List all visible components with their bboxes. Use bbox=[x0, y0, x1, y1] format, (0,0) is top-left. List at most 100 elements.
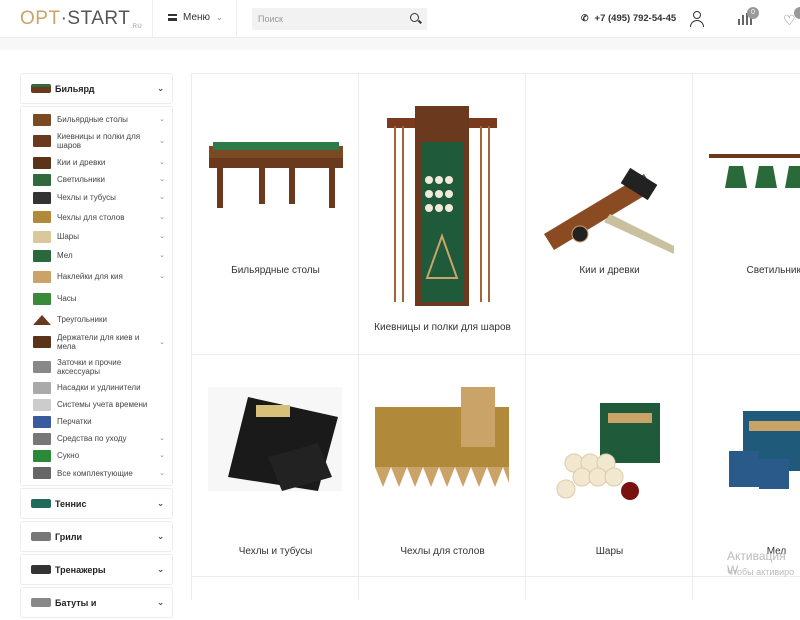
cue-rack-image bbox=[387, 106, 497, 311]
logo-part1: OPT bbox=[20, 8, 61, 29]
product-category-card[interactable]: Киевницы и полки для шаров bbox=[358, 73, 525, 354]
sharpener-icon bbox=[33, 360, 51, 373]
sidebar-subitem-label: Светильники bbox=[57, 175, 105, 184]
sidebar-subitem[interactable]: Мел ⌄ bbox=[21, 246, 172, 265]
hamburger-icon bbox=[168, 14, 177, 21]
divider bbox=[236, 0, 237, 38]
product-category-label[interactable]: Бильярдные столы bbox=[192, 265, 359, 276]
sidebar-subitem[interactable]: Кии и древки ⌄ bbox=[21, 154, 172, 171]
sidebar-subitem[interactable]: Наклейки для кия ⌄ bbox=[21, 265, 172, 288]
sidebar-subitem[interactable]: Часы bbox=[21, 288, 172, 309]
tennis-table-icon bbox=[31, 499, 51, 508]
care-icon bbox=[33, 432, 51, 445]
sidebar-subitem-label: Кии и древки bbox=[57, 158, 106, 167]
sidebar-subitem[interactable]: Все комплектующие ⌄ bbox=[21, 464, 172, 482]
category-item[interactable]: Грили ⌄ bbox=[20, 521, 173, 552]
product-category-label[interactable]: Киевницы и полки для шаров bbox=[359, 322, 526, 333]
grid-row-divider bbox=[191, 576, 800, 577]
header-band bbox=[0, 38, 800, 50]
chevron-down-icon: ⌄ bbox=[159, 233, 165, 240]
sidebar-subitem[interactable]: Системы учета времени bbox=[21, 396, 172, 413]
logo[interactable]: OPT·START.RU bbox=[20, 8, 142, 30]
product-category-card[interactable]: Светильники bbox=[692, 73, 800, 354]
cue-rack-icon bbox=[33, 135, 51, 147]
phone[interactable]: ✆ +7 (495) 792-54-45 bbox=[581, 13, 676, 24]
product-category-label[interactable]: Светильники bbox=[693, 265, 800, 276]
category-item[interactable]: Тренажеры ⌄ bbox=[20, 554, 173, 585]
lamp-icon bbox=[33, 173, 51, 186]
product-category-label[interactable]: Чехлы и тубусы bbox=[192, 546, 359, 557]
balls-image bbox=[544, 403, 664, 508]
search-input[interactable] bbox=[252, 8, 427, 30]
table-cover-image bbox=[375, 387, 509, 498]
holder-icon bbox=[33, 336, 51, 348]
product-category-card[interactable]: Бильярдные столы bbox=[191, 73, 358, 354]
chevron-down-icon: ⌄ bbox=[159, 194, 165, 201]
menu-label: Меню bbox=[183, 12, 211, 23]
sidebar-subitem[interactable]: Насадки и удлинители bbox=[21, 379, 172, 396]
category-item[interactable]: Теннис ⌄ bbox=[20, 488, 173, 519]
sidebar-subitem[interactable]: Светильники ⌄ bbox=[21, 171, 172, 188]
menu-button[interactable]: Меню ⌄ bbox=[168, 12, 223, 23]
chevron-down-icon: ⌄ bbox=[157, 499, 164, 508]
logo-suffix: .RU bbox=[130, 24, 143, 30]
sidebar-subitem[interactable]: Сукно ⌄ bbox=[21, 447, 172, 464]
product-category-label[interactable]: Шары bbox=[526, 546, 693, 557]
product-category-card[interactable]: Кии и древки bbox=[525, 73, 692, 354]
lamp-image bbox=[709, 146, 800, 201]
pool-table-icon bbox=[31, 84, 51, 93]
sidebar-subitem-label: Чехлы и тубусы bbox=[57, 193, 116, 202]
timer-icon bbox=[33, 398, 51, 411]
category-label: Тренажеры bbox=[55, 564, 106, 575]
sidebar-subitem[interactable]: Средства по уходу ⌄ bbox=[21, 430, 172, 447]
product-category-label[interactable]: Кии и древки bbox=[526, 265, 693, 276]
sidebar-subitem[interactable]: Шары ⌄ bbox=[21, 227, 172, 246]
product-category-card[interactable]: Чехлы для столов bbox=[358, 354, 525, 600]
sidebar-subitem-label: Средства по уходу bbox=[57, 434, 127, 443]
chevron-down-icon: ⌄ bbox=[157, 598, 164, 607]
compare-count-badge: 0 bbox=[747, 7, 759, 19]
sidebar-subitem-label: Держатели для киев и мела bbox=[57, 333, 140, 351]
sidebar-subitem[interactable]: Киевницы и полки для шаров ⌄ bbox=[21, 128, 172, 154]
sidebar-subitem[interactable]: Бильярдные столы ⌄ bbox=[21, 111, 172, 128]
pool-table-image bbox=[209, 142, 343, 213]
sidebar-subitem[interactable]: Перчатки bbox=[21, 413, 172, 430]
product-category-card[interactable]: Чехлы и тубусы bbox=[191, 354, 358, 600]
sidebar-subitem[interactable]: Держатели для киев и мела ⌄ bbox=[21, 330, 172, 354]
sidebar-subitem-label: Заточки и прочие аксессуары bbox=[57, 357, 122, 376]
sidebar-subitem[interactable]: Заточки и прочие аксессуары bbox=[21, 354, 172, 379]
product-category-card[interactable]: Шары bbox=[525, 354, 692, 600]
chevron-down-icon: ⌄ bbox=[159, 452, 165, 459]
favorites-badge bbox=[794, 7, 800, 19]
case-icon bbox=[33, 191, 51, 204]
chalk-icon bbox=[33, 249, 51, 262]
sidebar-subitem[interactable]: Чехлы для столов ⌄ bbox=[21, 207, 172, 227]
sidebar-subitem-label: Системы учета времени bbox=[57, 400, 148, 409]
chevron-down-icon: ⌄ bbox=[159, 252, 165, 259]
clock-icon bbox=[33, 292, 51, 305]
tips-icon bbox=[33, 270, 51, 283]
sidebar-subitem-label: Все комплектующие bbox=[57, 468, 133, 478]
sidebar-subitem-label: Насадки и удлинители bbox=[57, 383, 141, 392]
category-label: Грили bbox=[55, 531, 83, 542]
trainer-icon bbox=[31, 565, 51, 574]
chevron-down-icon: ⌄ bbox=[159, 213, 165, 221]
sidebar-subitem[interactable]: Чехлы и тубусы ⌄ bbox=[21, 188, 172, 207]
category-billiards[interactable]: Бильярд ⌄ bbox=[20, 73, 173, 104]
chevron-down-icon: ⌄ bbox=[157, 84, 164, 93]
subcategory-list: Бильярдные столы ⌄ Киевницы и полки для ша… bbox=[20, 106, 173, 486]
sidebar-subitem[interactable]: Треугольники bbox=[21, 309, 172, 330]
category-label: Бильярд bbox=[55, 83, 95, 94]
user-icon[interactable] bbox=[690, 11, 704, 27]
table-cover-icon bbox=[33, 211, 51, 223]
cue-icon bbox=[33, 156, 51, 169]
chevron-down-icon: ⌄ bbox=[159, 338, 165, 346]
search-icon[interactable] bbox=[410, 13, 419, 22]
product-category-label[interactable]: Чехлы для столов bbox=[359, 546, 526, 557]
sidebar: Бильярд ⌄ Бильярдные столы ⌄ Киевницы и по… bbox=[20, 73, 173, 620]
category-item[interactable]: Батуты и ⌄ bbox=[20, 587, 173, 618]
chevron-down-icon: ⌄ bbox=[159, 176, 165, 183]
chevron-down-icon: ⌄ bbox=[216, 13, 223, 22]
chevron-down-icon: ⌄ bbox=[159, 435, 165, 442]
divider bbox=[152, 0, 153, 38]
